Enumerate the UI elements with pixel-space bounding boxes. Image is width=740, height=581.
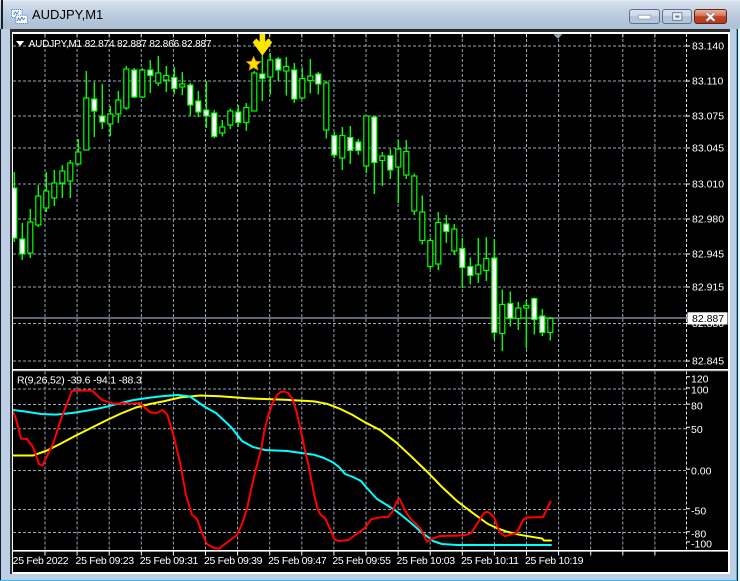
svg-text:25 Feb 09:55: 25 Feb 09:55: [332, 555, 391, 567]
svg-text:83.045: 83.045: [692, 143, 724, 155]
svg-text:-50: -50: [691, 505, 706, 517]
svg-text:80: 80: [691, 401, 703, 413]
svg-text:25 Feb 2022: 25 Feb 2022: [13, 555, 69, 567]
svg-text:83.110: 83.110: [692, 76, 723, 88]
svg-text:0.00: 0.00: [691, 466, 712, 478]
svg-text:120: 120: [691, 373, 709, 385]
svg-text:25 Feb 10:11: 25 Feb 10:11: [461, 555, 519, 567]
svg-text:25 Feb 09:47: 25 Feb 09:47: [268, 555, 327, 567]
svg-text:50: 50: [691, 424, 703, 436]
svg-text:25 Feb 09:23: 25 Feb 09:23: [76, 555, 135, 567]
svg-text:82.845: 82.845: [692, 356, 724, 368]
svg-text:25 Feb 09:31: 25 Feb 09:31: [140, 555, 199, 567]
svg-text:AUDJPY,M1 82.874 82.887 82.866: AUDJPY,M1 82.874 82.887 82.866 82.887: [29, 39, 212, 50]
svg-text:82.915: 82.915: [692, 282, 724, 294]
svg-text:82.980: 82.980: [692, 214, 724, 226]
svg-text:82.945: 82.945: [692, 249, 724, 261]
svg-text:82.887: 82.887: [692, 313, 724, 325]
svg-text:-100: -100: [691, 539, 712, 551]
svg-text:100: 100: [691, 385, 709, 397]
svg-text:83.010: 83.010: [692, 179, 724, 191]
svg-text:83.075: 83.075: [692, 111, 724, 123]
svg-text:83.140: 83.140: [692, 41, 724, 53]
svg-text:25 Feb 09:39: 25 Feb 09:39: [204, 555, 263, 567]
svg-text:R(9,26,52) -39.6 -94.1 -88.3: R(9,26,52) -39.6 -94.1 -88.3: [17, 375, 142, 387]
svg-text:25 Feb 10:03: 25 Feb 10:03: [397, 555, 456, 567]
svg-text:25 Feb 10:19: 25 Feb 10:19: [525, 555, 584, 567]
